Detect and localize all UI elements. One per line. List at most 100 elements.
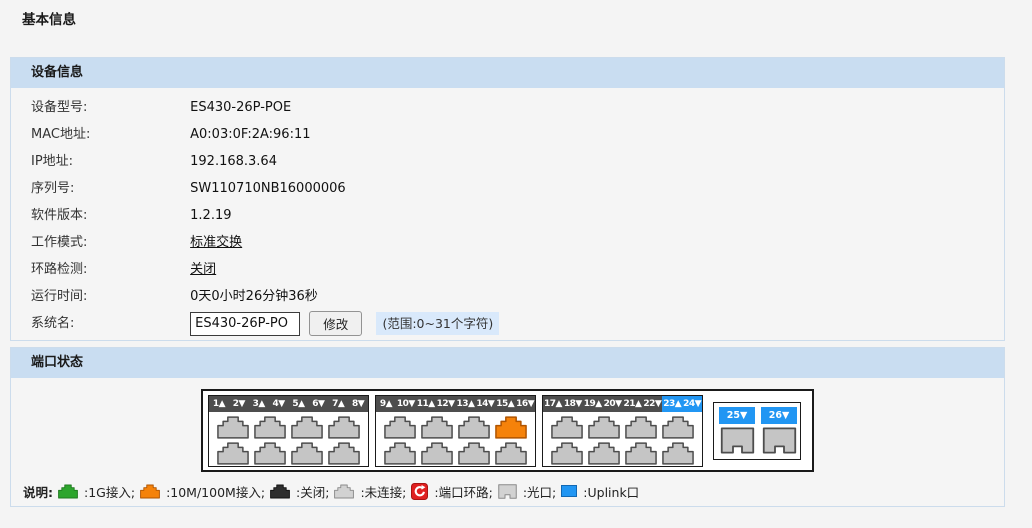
port-12-icon: [421, 442, 453, 465]
port-status-panel: 端口状态 1▲2▼3▲4▼5▲6▼7▲8▼9▲10▼11▲12▼13▲14▼15…: [10, 347, 1005, 507]
port-number-label-5: 5▲: [289, 396, 309, 412]
uptime-label: 运行时间:: [31, 283, 186, 310]
port-1-icon: [217, 416, 249, 439]
rj45-black-icon: [270, 484, 293, 499]
rj45-orange-icon: [140, 484, 163, 499]
row-software-version: 软件版本: 1.2.19: [11, 202, 1004, 229]
port-group-2-ports: [376, 412, 535, 467]
port-4-icon: [254, 442, 286, 465]
rj45-gray-icon: [334, 484, 357, 499]
ip-address-label: IP地址:: [31, 148, 186, 175]
legend-item: :未连接;: [334, 482, 411, 501]
port-group-2-numbers: 9▲10▼11▲12▼13▲14▼15▲16▼: [376, 396, 535, 412]
port-14-icon: [458, 442, 490, 465]
device-model-label: 设备型号:: [31, 94, 186, 121]
system-name-input[interactable]: [190, 312, 300, 336]
legend-item-text: :Uplink口: [583, 482, 639, 501]
legend-title: 说明:: [23, 482, 53, 501]
legend-item-text: :1G接入;: [84, 482, 135, 501]
port-number-label-22: 22▼: [642, 396, 662, 412]
port-number-label-25: 25▼: [719, 407, 755, 424]
device-info-panel: 设备信息 设备型号: ES430-26P-POE MAC地址: A0:03:0F…: [10, 57, 1005, 341]
port-number-label-19: 19▲: [583, 396, 603, 412]
port-number-label-16: 16▼: [515, 396, 535, 412]
port-13-icon: [458, 416, 490, 439]
legend: 说明::1G接入;:10M/100M接入;:关闭;:未连接;:端口环路;:光口;…: [23, 479, 644, 503]
port-number-label-10: 10▼: [396, 396, 416, 412]
port-25-icon: [720, 427, 755, 454]
legend-item: :10M/100M接入;: [140, 482, 270, 501]
port-3-icon: [254, 416, 286, 439]
port-20-icon: [588, 442, 620, 465]
port-22-icon: [625, 442, 657, 465]
device-model-value: ES430-26P-POE: [190, 100, 291, 115]
port-number-label-4: 4▼: [269, 396, 289, 412]
port-group-1: 1▲2▼3▲4▼5▲6▼7▲8▼: [208, 395, 369, 467]
port-number-label-11: 11▲: [416, 396, 436, 412]
row-system-name: 系统名: 修改 (范围:0~31个字符): [11, 310, 1004, 337]
port-11-icon: [421, 416, 453, 439]
row-device-model: 设备型号: ES430-26P-POE: [11, 94, 1004, 121]
sfp-panel: 25▼ 26▼: [713, 402, 801, 460]
port-5-icon: [291, 416, 323, 439]
port-number-label-17: 17▲: [543, 396, 563, 412]
port-number-label-12: 12▼: [436, 396, 456, 412]
port-number-label-7: 7▲: [328, 396, 348, 412]
port-group-1-ports: [209, 412, 368, 467]
port-group-3-ports: [543, 412, 702, 467]
work-mode-link[interactable]: 标准交换: [190, 235, 242, 250]
row-loop-detect: 环路检测: 关闭: [11, 256, 1004, 283]
port-2-icon: [217, 442, 249, 465]
legend-item-text: :未连接;: [360, 482, 406, 501]
port-number-label-8: 8▼: [348, 396, 368, 412]
legend-item: :1G接入;: [58, 482, 140, 501]
port-group-1-numbers: 1▲2▼3▲4▼5▲6▼7▲8▼: [209, 396, 368, 412]
work-mode-label: 工作模式:: [31, 229, 186, 256]
mac-address-label: MAC地址:: [31, 121, 186, 148]
port-6-icon: [291, 442, 323, 465]
rj45-green-icon: [58, 484, 81, 499]
legend-item-text: :关闭;: [296, 482, 329, 501]
port-10-icon: [384, 442, 416, 465]
legend-item-text: :10M/100M接入;: [166, 482, 265, 501]
page-title: 基本信息: [22, 8, 76, 28]
port-number-label-21: 21▲: [623, 396, 643, 412]
port-number-label-26: 26▼: [761, 407, 797, 424]
fiber-port-icon: [498, 484, 520, 499]
port-26-icon: [762, 427, 797, 454]
port-8-icon: [328, 442, 360, 465]
port-number-label-15: 15▲: [495, 396, 515, 412]
row-uptime: 运行时间: 0天0小时26分钟36秒: [11, 283, 1004, 310]
port-number-label-6: 6▼: [308, 396, 328, 412]
port-number-label-20: 20▼: [603, 396, 623, 412]
port-21-icon: [625, 416, 657, 439]
port-16-icon: [495, 442, 527, 465]
port-24-icon: [662, 442, 694, 465]
port-number-label-18: 18▼: [563, 396, 583, 412]
port-group-2: 9▲10▼11▲12▼13▲14▼15▲16▼: [375, 395, 536, 467]
port-number-label-3: 3▲: [249, 396, 269, 412]
legend-item: :Uplink口: [561, 482, 644, 501]
serial-number-value: SW110710NB16000006: [190, 181, 346, 196]
port-number-label-14: 14▼: [475, 396, 495, 412]
device-info-header: 设备信息: [11, 58, 1004, 88]
port-number-label-2: 2▼: [229, 396, 249, 412]
row-serial-number: 序列号: SW110710NB16000006: [11, 175, 1004, 202]
port-group-3: 17▲18▼19▲20▼21▲22▼23▲24▼: [542, 395, 703, 467]
port-number-label-23: 23▲: [662, 396, 682, 412]
row-work-mode: 工作模式: 标准交换: [11, 229, 1004, 256]
port-18-icon: [551, 442, 583, 465]
port-15-icon: [495, 416, 527, 439]
legend-item: :光口;: [498, 482, 561, 501]
ip-address-value: 192.168.3.64: [190, 154, 277, 169]
software-version-value: 1.2.19: [190, 208, 231, 223]
mac-address-value: A0:03:0F:2A:96:11: [190, 127, 310, 142]
legend-item: :关闭;: [270, 482, 334, 501]
modify-button[interactable]: 修改: [309, 311, 362, 336]
port-number-label-1: 1▲: [209, 396, 229, 412]
loop-detect-link[interactable]: 关闭: [190, 262, 216, 277]
port-board: 1▲2▼3▲4▼5▲6▼7▲8▼9▲10▼11▲12▼13▲14▼15▲16▼1…: [201, 389, 814, 472]
port-loop-icon: [411, 483, 431, 500]
port-number-label-13: 13▲: [456, 396, 476, 412]
port-23-icon: [662, 416, 694, 439]
